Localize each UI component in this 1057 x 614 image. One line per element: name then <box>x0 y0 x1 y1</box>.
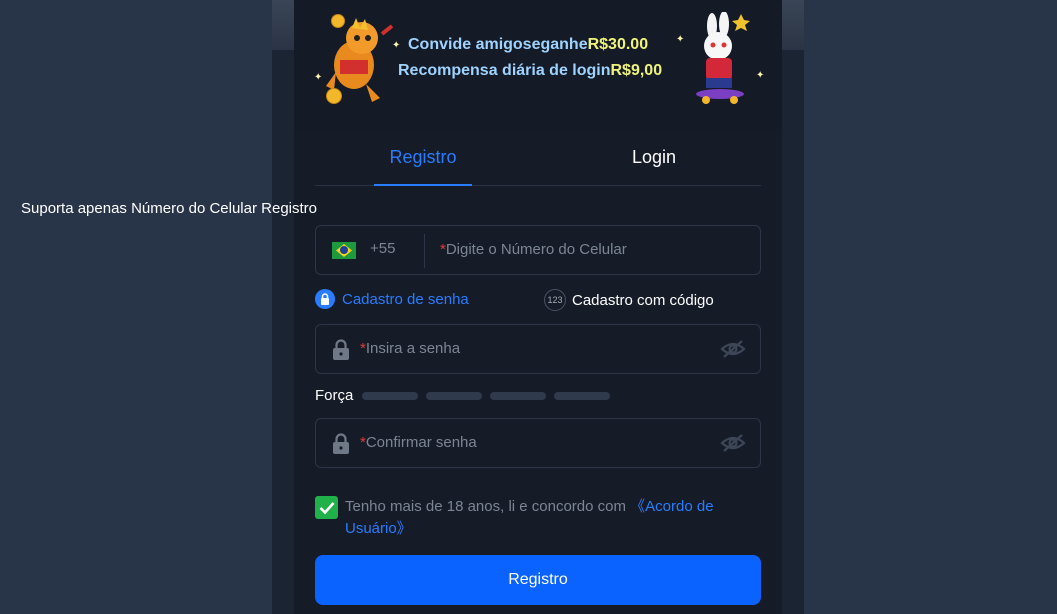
code-register-label: Cadastro com código <box>572 291 714 309</box>
daily-login-reward-text: Recompensa diária de loginR$9,00 <box>398 62 663 79</box>
eye-off-icon[interactable] <box>720 433 746 453</box>
phone-field[interactable]: +55 *Digite o Número do Celular <box>315 225 761 275</box>
sparkle-icon: ✦ <box>676 34 685 45</box>
phone-placeholder[interactable]: *Digite o Número do Celular <box>440 241 627 258</box>
strength-label: Força <box>315 387 354 404</box>
checkmark-icon <box>319 501 334 514</box>
password-register-label: Cadastro de senha <box>342 290 469 308</box>
page-background-right <box>804 0 1057 614</box>
strength-bar <box>426 392 482 400</box>
sparkle-icon: ✦ <box>392 40 401 51</box>
terms-checkbox[interactable] <box>315 496 338 519</box>
page-background-left <box>0 0 272 614</box>
lock-icon <box>333 433 349 454</box>
country-code[interactable]: +55 <box>370 240 395 257</box>
strength-bar <box>362 392 418 400</box>
tab-login[interactable]: Login <box>605 140 703 186</box>
promo-banner: ✦ ✦ Convide amigoseganheR$30.00 Recompen… <box>294 0 782 130</box>
password-register-option[interactable]: Cadastro de senha <box>315 289 469 309</box>
auth-tabs: Registro Login <box>315 140 761 186</box>
terms-text: Tenho mais de 18 anos, li e concordo com… <box>345 498 714 537</box>
lock-icon <box>315 289 335 309</box>
field-divider <box>424 234 425 268</box>
code-123-icon: 123 <box>544 289 566 311</box>
lock-icon <box>333 339 349 360</box>
brazil-flag-icon <box>332 242 356 259</box>
eye-off-icon[interactable] <box>720 339 746 359</box>
code-register-option[interactable]: 123 Cadastro com código <box>544 289 714 311</box>
sparkle-icon: ✦ <box>314 72 323 83</box>
phone-support-text: Suporta apenas Número do Celular Registr… <box>21 200 317 217</box>
strength-bar <box>490 392 546 400</box>
strength-bar <box>554 392 610 400</box>
invite-reward-text: Convide amigoseganheR$30.00 <box>408 36 649 53</box>
password-placeholder[interactable]: *Insira a senha <box>360 340 460 357</box>
coin-icon <box>326 88 342 104</box>
password-field[interactable]: *Insira a senha <box>315 324 761 374</box>
register-button[interactable]: Registro <box>315 555 761 605</box>
confirm-password-placeholder[interactable]: *Confirmar senha <box>360 434 477 451</box>
coin-icon <box>331 14 345 28</box>
sparkle-icon: ✦ <box>756 70 765 81</box>
confirm-password-field[interactable]: *Confirmar senha <box>315 418 761 468</box>
rabbit-mascot-icon <box>696 12 750 104</box>
tab-registro[interactable]: Registro <box>374 140 472 186</box>
